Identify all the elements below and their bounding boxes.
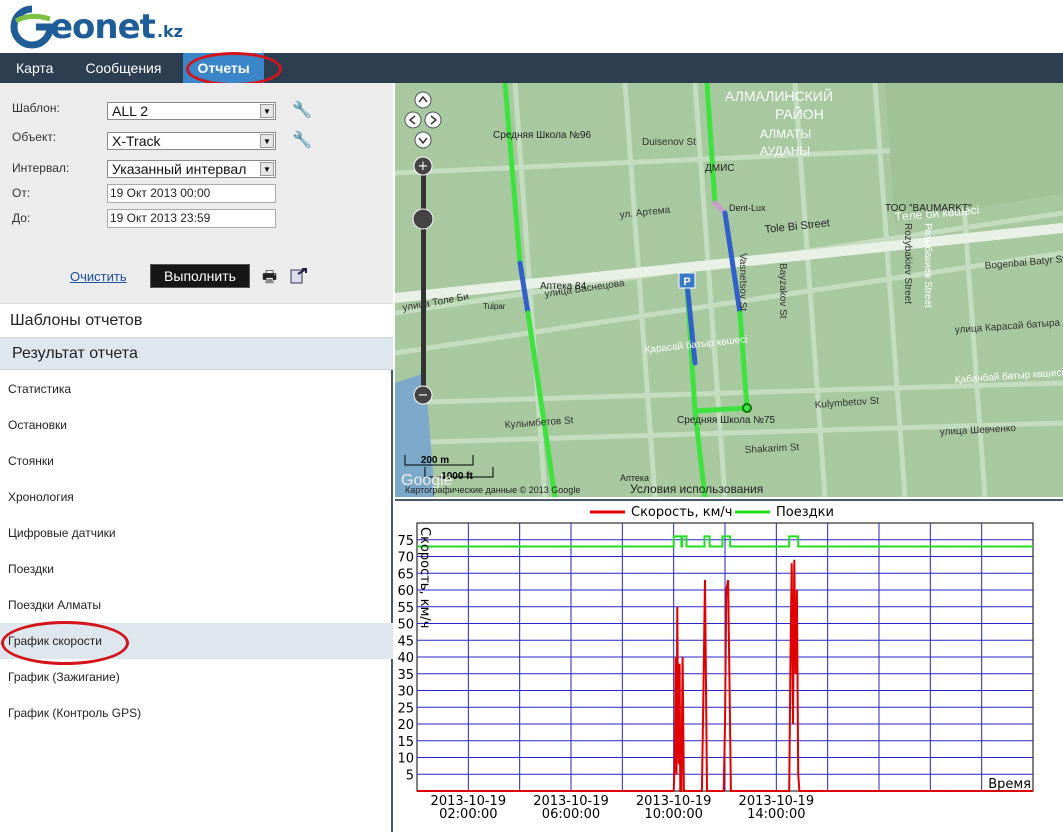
legend-label-speed: Скорость, км/ч bbox=[631, 505, 732, 520]
clear-link[interactable]: Очистить bbox=[70, 269, 127, 284]
wrench-icon[interactable]: 🔧 bbox=[292, 100, 312, 120]
result-section-header[interactable]: Результат отчета bbox=[0, 337, 393, 370]
export-icon[interactable] bbox=[290, 266, 308, 289]
report-form: Шаблон: ALL 2 ▼ 🔧 Объект: X-Track ▼ 🔧 Инте… bbox=[0, 83, 393, 303]
parking-icon[interactable]: P bbox=[683, 276, 690, 288]
interval-label: Интервал: bbox=[12, 161, 70, 175]
zoom-in-icon: + bbox=[418, 159, 429, 174]
y-tick-label: 30 bbox=[397, 685, 414, 700]
chevron-down-icon[interactable]: ▼ bbox=[260, 104, 274, 118]
map-label: Rozybakiev Street bbox=[902, 223, 913, 304]
x-tick-time: 14:00:00 bbox=[747, 807, 805, 822]
map-label: Duisenov St bbox=[642, 137, 696, 148]
map-label: АУДАНЫ bbox=[760, 144, 810, 158]
y-tick-label: 60 bbox=[397, 584, 414, 599]
report-item[interactable]: Хронология bbox=[0, 479, 393, 515]
y-tick-label: 70 bbox=[397, 551, 414, 566]
report-item[interactable]: Остановки bbox=[0, 407, 393, 443]
y-tick-label: 40 bbox=[397, 651, 414, 666]
template-label: Шаблон: bbox=[12, 101, 60, 115]
scale-meters: 200 m bbox=[421, 455, 449, 466]
templates-section-header[interactable]: Шаблоны отчетов bbox=[0, 303, 393, 337]
map-attribution: Картографические данные © 2013 Google bbox=[405, 485, 580, 495]
object-value: X-Track bbox=[112, 133, 161, 149]
map-label: ТОО "BAUMARKT" bbox=[885, 203, 972, 214]
map-canvas[interactable]: P АЛМАЛИНСКИЙРАЙОНАЛМАТЫАУДАНЫул. Артема… bbox=[395, 83, 1063, 497]
zoom-out-icon: − bbox=[418, 388, 429, 403]
map-label: Tulpar bbox=[483, 302, 506, 311]
to-label: До: bbox=[12, 211, 31, 225]
left-panel: Шаблон: ALL 2 ▼ 🔧 Объект: X-Track ▼ 🔧 Инте… bbox=[0, 83, 393, 832]
logo-tld: .kz bbox=[156, 21, 183, 41]
to-input[interactable]: 19 Окт 2013 23:59 bbox=[107, 209, 276, 228]
report-item[interactable]: Стоянки bbox=[0, 443, 393, 479]
y-axis-label: Скорость, км/ч bbox=[417, 527, 432, 628]
report-item[interactable]: Поездки bbox=[0, 551, 393, 587]
run-button[interactable]: Выполнить bbox=[150, 264, 250, 288]
chevron-down-icon[interactable]: ▼ bbox=[260, 162, 274, 176]
from-label: От: bbox=[12, 186, 31, 200]
interval-select[interactable]: Указанный интервал ▼ bbox=[107, 160, 276, 178]
y-tick-label: 75 bbox=[397, 534, 414, 549]
map-label: АЛМАТЫ bbox=[760, 127, 811, 141]
report-item[interactable]: Статистика bbox=[0, 371, 393, 407]
legend-label-trips: Поездки bbox=[776, 505, 834, 520]
chevron-down-icon[interactable]: ▼ bbox=[260, 134, 274, 148]
interval-value: Указанный интервал bbox=[112, 161, 247, 177]
y-tick-label: 10 bbox=[397, 752, 414, 767]
map-label: Средняя Школа №96 bbox=[493, 130, 592, 141]
print-icon[interactable]: 🖶 bbox=[262, 266, 277, 293]
wrench-icon[interactable]: 🔧 bbox=[292, 130, 312, 150]
x-tick-time: 10:00:00 bbox=[644, 807, 702, 822]
map-view[interactable]: P АЛМАЛИНСКИЙ РАЙОН АЛМАТЫ АУДАНЫ ул. Артема… bbox=[395, 83, 1063, 497]
x-tick-time: 06:00:00 bbox=[542, 807, 600, 822]
y-tick-label: 20 bbox=[397, 718, 414, 733]
geonet-logo-icon bbox=[10, 5, 54, 49]
header: eonet .kz bbox=[0, 0, 1063, 53]
map-label: АЛМАЛИНСКИЙ bbox=[725, 87, 833, 104]
x-axis-label: Время bbox=[988, 777, 1031, 792]
zoom-slider-handle bbox=[412, 208, 434, 230]
object-select[interactable]: X-Track ▼ bbox=[107, 132, 276, 150]
template-select[interactable]: ALL 2 ▼ bbox=[107, 102, 276, 120]
y-tick-label: 45 bbox=[397, 634, 414, 649]
from-input[interactable]: 19 Окт 2013 00:00 bbox=[107, 184, 276, 203]
x-tick-time: 02:00:00 bbox=[439, 807, 497, 822]
map-label: Аптека 84 bbox=[540, 281, 587, 292]
report-item[interactable]: Поездки Алматы bbox=[0, 587, 393, 623]
report-item[interactable]: График (Контроль GPS) bbox=[0, 695, 393, 731]
map-label: Розыбакиев Street bbox=[922, 223, 934, 308]
report-list: Статистика Остановки Стоянки Хронология Цифр… bbox=[0, 371, 393, 731]
y-tick-label: 25 bbox=[397, 701, 414, 716]
map-terms-link[interactable]: Условия использования bbox=[630, 482, 763, 496]
speed-chart: 5 10 15 20 25 30 35 40 45 50 55 60 65 70 75 2013-10-19 0… bbox=[395, 499, 1063, 832]
report-item[interactable]: Цифровые датчики bbox=[0, 515, 393, 551]
annotation-ellipse-reports bbox=[186, 52, 282, 86]
y-tick-label: 55 bbox=[397, 601, 414, 616]
map-label: Vasnetsov St bbox=[737, 253, 748, 311]
map-label: Средняя Школа №75 bbox=[677, 415, 776, 426]
chart-canvas: 510152025303540455055606570752013-10-190… bbox=[397, 505, 1034, 822]
app-root: eonet .kz Карта Сообщения Отчеты Шаблон:… bbox=[0, 0, 1063, 832]
tab-messages[interactable]: Сообщения bbox=[69, 53, 177, 83]
map-label: Dent-Lux bbox=[729, 203, 766, 213]
tab-map[interactable]: Карта bbox=[0, 53, 69, 83]
template-value: ALL 2 bbox=[112, 103, 149, 119]
map-label: ДМИС bbox=[705, 163, 735, 174]
object-label: Объект: bbox=[12, 130, 57, 144]
annotation-ellipse-speed-chart bbox=[1, 621, 129, 665]
y-tick-label: 65 bbox=[397, 567, 414, 582]
map-label: Bayzakov St bbox=[777, 263, 788, 319]
logo: eonet .kz bbox=[10, 4, 183, 50]
y-tick-label: 5 bbox=[406, 768, 414, 783]
y-tick-label: 50 bbox=[397, 618, 414, 633]
main-nav: Карта Сообщения Отчеты bbox=[0, 53, 1063, 83]
y-tick-label: 15 bbox=[397, 735, 414, 750]
y-tick-label: 35 bbox=[397, 668, 414, 683]
logo-wordmark: eonet bbox=[50, 7, 156, 47]
map-label: РАЙОН bbox=[775, 105, 824, 122]
